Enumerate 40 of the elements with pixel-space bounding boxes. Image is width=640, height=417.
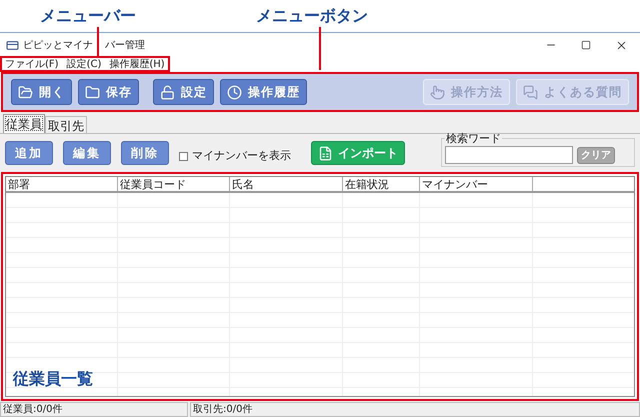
- tab[interactable]: 従業員: [3, 114, 45, 133]
- window-title: バー管理: [105, 38, 145, 52]
- menu-item[interactable]: 操作履歴(H): [109, 56, 165, 72]
- checkbox[interactable]: [179, 152, 188, 160]
- maximize-icon[interactable]: [581, 40, 591, 50]
- clear-button[interactable]: クリア: [577, 146, 615, 164]
- status-text: 取引先:0/0件: [190, 402, 640, 417]
- toolbar-button[interactable]: 操作履歴: [220, 79, 307, 105]
- file-import-icon: [318, 146, 333, 160]
- search-field[interactable]: [445, 146, 573, 164]
- checkbox-label: マイナンバーを表示: [192, 148, 291, 164]
- folder-icon: [18, 84, 33, 100]
- column-header[interactable]: 部署: [6, 177, 118, 191]
- speech-bubbles-icon: [523, 84, 538, 100]
- column-header[interactable]: 在籍状況: [343, 177, 420, 191]
- annotation-label: メニューバー: [40, 5, 136, 27]
- pointing-hand-icon: [430, 84, 445, 100]
- action-button[interactable]: 追加: [5, 141, 53, 165]
- app-icon: [6, 38, 19, 52]
- status-text: 従業員:0/0件: [0, 402, 188, 417]
- action-button[interactable]: 削除: [121, 141, 169, 165]
- padlock-icon: [160, 84, 175, 100]
- folder-icon: [85, 84, 100, 100]
- menu-item[interactable]: ファイル(F): [5, 56, 59, 72]
- column-header[interactable]: マイナンバー: [420, 177, 533, 191]
- toolbar-button[interactable]: 保存: [78, 79, 139, 105]
- annotation-label: メニューボタン: [256, 5, 368, 27]
- import-button[interactable]: インポート: [311, 141, 405, 165]
- column-header[interactable]: 氏名: [230, 177, 343, 191]
- toolbar-button[interactable]: 開く: [11, 79, 72, 105]
- leader-line: [319, 27, 321, 70]
- tab[interactable]: 取引先: [45, 116, 87, 133]
- window-title: ピピッとマイナ: [23, 38, 93, 52]
- clock-icon: [227, 84, 242, 100]
- action-button[interactable]: 編集: [63, 141, 111, 165]
- search-legend: 検索ワード: [445, 133, 502, 144]
- menu-item[interactable]: 設定(C): [66, 56, 102, 72]
- toolbar-button[interactable]: 設定: [153, 79, 214, 105]
- table-caption: 従業員一覧: [13, 368, 93, 390]
- column-header[interactable]: 従業員コード: [118, 177, 230, 191]
